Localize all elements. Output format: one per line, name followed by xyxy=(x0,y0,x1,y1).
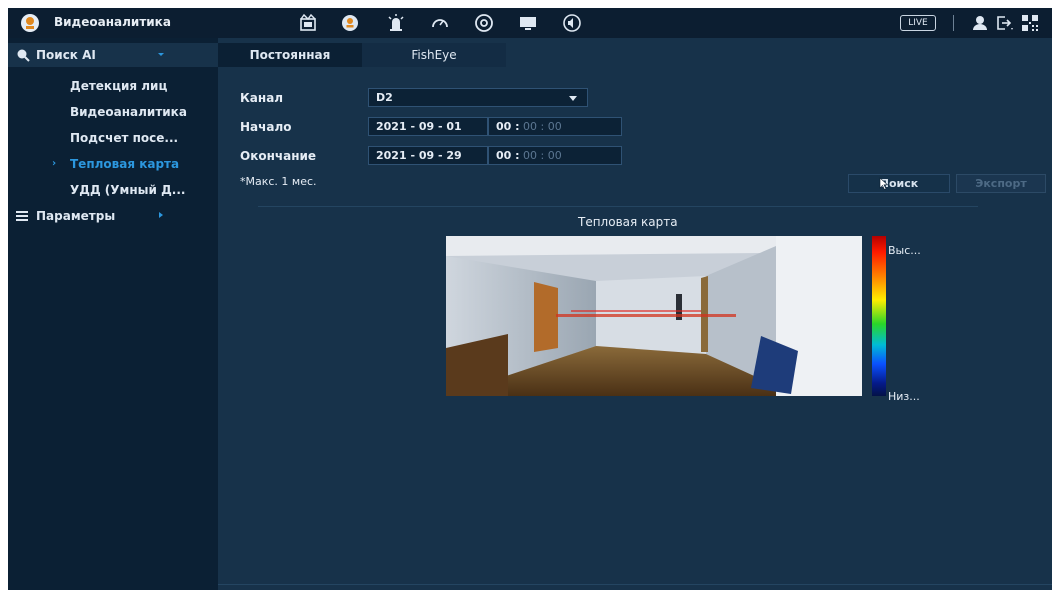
logout-icon[interactable] xyxy=(994,13,1014,33)
scale-high-label: Выс... xyxy=(888,244,921,257)
channel-label: Канал xyxy=(240,91,284,105)
export-button[interactable]: Экспорт xyxy=(956,174,1046,193)
list-icon xyxy=(16,211,28,221)
cursor-icon xyxy=(879,177,889,190)
tab-permanent[interactable]: Постоянная xyxy=(218,43,362,67)
qr-icon[interactable] xyxy=(1020,13,1040,33)
sidebar-item-people-counting[interactable]: Подсчет посе... xyxy=(8,126,218,150)
start-label: Начало xyxy=(240,120,292,134)
chevron-down-icon xyxy=(569,96,577,101)
end-time-field[interactable]: 00 : 00 : 00 xyxy=(488,146,622,165)
gauge-icon[interactable] xyxy=(430,13,450,33)
end-time-rest: 00 : 00 xyxy=(519,149,562,162)
channel-select[interactable]: D2 xyxy=(368,88,588,107)
disc-icon[interactable] xyxy=(474,13,494,33)
live-button[interactable]: LIVE xyxy=(900,15,936,31)
main-panel: Постоянная FishEye Канал D2 Начало 2021 … xyxy=(218,38,1052,590)
sidebar-params-label: Параметры xyxy=(36,209,116,223)
max-period-note: *Макс. 1 мес. xyxy=(240,175,317,188)
sidebar: Поиск AI Детекция лиц Видеоаналитика Под… xyxy=(8,38,218,590)
app-title: Видеоаналитика xyxy=(54,15,171,29)
search-ai-icon xyxy=(17,49,30,62)
tab-bar: Постоянная FishEye xyxy=(218,43,1052,67)
sidebar-item-video-analytics[interactable]: Видеоаналитика xyxy=(8,100,218,124)
user-icon[interactable] xyxy=(970,13,990,33)
end-date-field[interactable]: 2021 - 09 - 29 xyxy=(368,146,488,165)
heatmap-image xyxy=(446,236,862,396)
start-time-hour: 00 : xyxy=(496,120,520,133)
sidebar-search-ai-label: Поиск AI xyxy=(36,48,96,62)
chevron-right-icon xyxy=(159,212,163,218)
top-bar: Видеоаналитика LIVE xyxy=(8,8,1052,38)
start-time-field[interactable]: 00 : 00 : 00 xyxy=(488,117,622,136)
end-time-hour: 00 : xyxy=(496,149,520,162)
end-label: Окончание xyxy=(240,149,317,163)
start-date-field[interactable]: 2021 - 09 - 01 xyxy=(368,117,488,136)
sidebar-item-heat-map[interactable]: › Тепловая карта xyxy=(8,152,218,176)
bottom-divider xyxy=(218,584,1052,585)
speaker-icon[interactable] xyxy=(562,13,582,33)
face-ai-logo-icon xyxy=(21,14,39,32)
chevron-down-icon xyxy=(158,53,164,56)
scale-low-label: Низ... xyxy=(888,390,920,403)
channel-value: D2 xyxy=(376,91,393,104)
tab-fisheye[interactable]: FishEye xyxy=(362,43,506,67)
start-time-rest: 00 : 00 xyxy=(519,120,562,133)
chevron-right-icon: › xyxy=(52,158,57,169)
sidebar-search-ai[interactable]: Поиск AI xyxy=(8,43,218,67)
sidebar-item-smart-track[interactable]: УДД (Умный Д... xyxy=(8,178,218,202)
search-button[interactable]: Поиск xyxy=(848,174,950,193)
app-window: Видеоаналитика LIVE Поиск AI Детекция ли… xyxy=(8,8,1052,590)
sidebar-item-face-detection[interactable]: Детекция лиц xyxy=(8,74,218,98)
playback-icon[interactable] xyxy=(298,13,318,33)
divider xyxy=(258,206,978,207)
sidebar-params[interactable]: Параметры xyxy=(8,204,218,228)
toolbar-divider xyxy=(953,15,954,31)
alarm-icon[interactable] xyxy=(386,13,406,33)
heatmap-color-scale xyxy=(872,236,886,396)
monitor-icon[interactable] xyxy=(518,13,538,33)
heatmap-title: Тепловая карта xyxy=(578,215,678,229)
face-ai-icon[interactable] xyxy=(340,13,360,33)
